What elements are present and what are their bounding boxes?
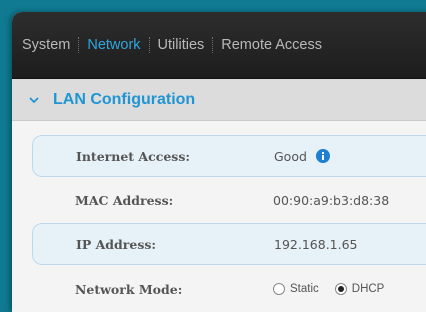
tab-system[interactable]: System (22, 37, 70, 53)
internet-access-label: Internet Access: (76, 148, 190, 164)
settings-window: System Network Utilities Remote Access L… (12, 12, 426, 312)
ip-address-value: 192.168.1.65 (274, 236, 358, 252)
nav-separator (148, 37, 150, 53)
nav-separator (212, 37, 214, 53)
ip-address-label: IP Address: (76, 236, 157, 252)
row-mac-address: MAC Address: 00:90:a9:b3:d8:38 (32, 182, 426, 218)
top-navigation: System Network Utilities Remote Access (12, 12, 426, 79)
mac-address-label: MAC Address: (75, 192, 174, 208)
section-title: LAN Configuration (53, 90, 196, 108)
internet-access-value: Good (274, 148, 307, 164)
nav-separator (78, 37, 80, 53)
row-network-mode: Network Mode: Static DHCP (32, 271, 426, 307)
tab-remote-access[interactable]: Remote Access (221, 37, 322, 53)
network-mode-label: Network Mode: (75, 281, 183, 297)
mac-address-value: 00:90:a9:b3:d8:38 (273, 192, 390, 208)
internet-access-value-wrap: Good (274, 149, 330, 164)
lan-configuration-header[interactable]: LAN Configuration (12, 79, 426, 121)
tab-network[interactable]: Network (87, 37, 140, 53)
network-mode-radio-group: Static DHCP (273, 283, 400, 295)
tab-utilities[interactable]: Utilities (158, 37, 205, 53)
static-radio[interactable] (273, 283, 285, 295)
dhcp-radio[interactable] (334, 283, 347, 295)
static-label: Static (290, 283, 319, 295)
dhcp-label: DHCP (351, 283, 385, 295)
row-ip-address: IP Address: 192.168.1.65 (32, 223, 426, 265)
info-icon[interactable] (315, 149, 330, 163)
row-internet-access: Internet Access: Good (32, 135, 426, 177)
static-option[interactable]: Static (273, 283, 319, 295)
chevron-down-icon (29, 96, 39, 103)
dhcp-option[interactable]: DHCP (334, 283, 385, 295)
radio-selected-dot (337, 286, 344, 292)
